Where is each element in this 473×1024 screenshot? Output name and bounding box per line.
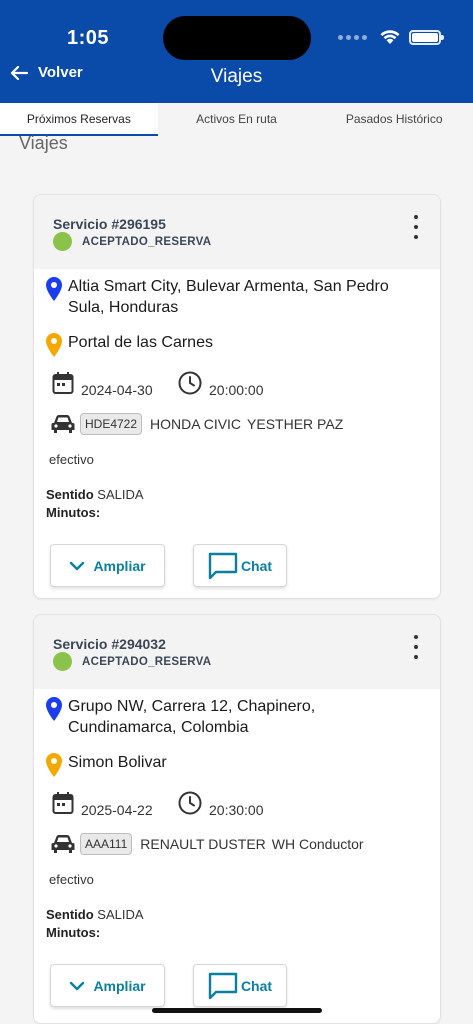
status-indicator (53, 232, 72, 251)
expand-button[interactable]: Ampliar (50, 544, 165, 587)
chat-button[interactable]: Chat (193, 544, 287, 587)
card-header: Servicio #294032 ACEPTADO_RESERVA (34, 615, 440, 689)
clock-icon (178, 371, 202, 395)
origin-row: Altia Smart City, Bulevar Armenta, San P… (46, 276, 408, 318)
origin-pin-icon (46, 277, 62, 301)
minutes-label: Minutos: (46, 505, 101, 520)
origin-row: Grupo NW, Carrera 12, Chapinero, Cundina… (46, 696, 408, 738)
origin-address: Altia Smart City, Bulevar Armenta, San P… (68, 278, 389, 316)
status-icons (338, 29, 444, 45)
car-icon (51, 835, 75, 853)
tab-bar: Próximos Reservas Activos En ruta Pasado… (0, 103, 473, 136)
vehicle-row: AAA111 RENAULT DUSTER WH Conductor (51, 833, 364, 855)
direction-row: Sentido SALIDA (46, 487, 144, 502)
vehicle-model: HONDA CIVIC (150, 416, 242, 432)
vehicle-model: RENAULT DUSTER (140, 836, 266, 852)
trip-card: Servicio #296195 ACEPTADO_RESERVA Altia … (33, 194, 441, 599)
expand-label: Ampliar (93, 557, 146, 574)
card-body: Altia Smart City, Bulevar Armenta, San P… (34, 269, 440, 598)
chat-label: Chat (240, 557, 273, 574)
direction-value: SALIDA (97, 487, 144, 502)
trip-time: 20:00:00 (209, 382, 264, 398)
destination-address: Simon Bolivar (68, 754, 167, 771)
calendar-icon (52, 372, 74, 394)
status-time: 1:05 (67, 27, 110, 49)
minutes-label: Minutos: (46, 925, 101, 940)
minutes-row: Minutos: (46, 925, 100, 940)
trip-date: 2025-04-22 (81, 802, 153, 818)
card-header: Servicio #296195 ACEPTADO_RESERVA (34, 195, 440, 269)
license-plate: AAA111 (80, 833, 133, 855)
dynamic-island (163, 16, 311, 60)
time-row: 20:30:00 (178, 788, 264, 818)
driver-name: YESTHER PAZ (247, 416, 344, 432)
payment-method: efectivo (49, 872, 94, 887)
date-row: 2025-04-22 (52, 788, 153, 818)
minutes-row: Minutos: (46, 505, 100, 520)
status-badge: ACEPTADO_RESERVA (82, 656, 212, 668)
chat-button[interactable]: Chat (193, 964, 287, 1007)
home-indicator[interactable] (152, 1008, 322, 1013)
tab-pasados[interactable]: Pasados Histórico (315, 103, 473, 136)
expand-label: Ampliar (93, 977, 146, 994)
section-title: Viajes (19, 133, 68, 153)
date-row: 2024-04-30 (52, 368, 153, 398)
time-row: 20:00:00 (178, 368, 264, 398)
battery-icon (409, 29, 444, 45)
direction-label: Sentido (46, 487, 94, 502)
destination-pin-icon (46, 753, 62, 777)
car-icon (51, 415, 75, 433)
destination-row: Simon Bolivar (46, 752, 408, 777)
chat-bubble-icon (208, 552, 238, 579)
clock-icon (178, 791, 202, 815)
direction-label: Sentido (46, 907, 94, 922)
chat-bubble-icon (208, 972, 238, 999)
status-badge: ACEPTADO_RESERVA (82, 236, 212, 248)
vehicle-row: HDE4722 HONDA CIVIC YESTHER PAZ (51, 413, 343, 435)
direction-value: SALIDA (97, 907, 144, 922)
chat-label: Chat (240, 977, 273, 994)
expand-button[interactable]: Ampliar (50, 964, 165, 1007)
service-number: Servicio #294032 (53, 636, 166, 652)
license-plate: HDE4722 (80, 413, 143, 435)
trip-time: 20:30:00 (209, 802, 264, 818)
origin-address: Grupo NW, Carrera 12, Chapinero, Cundina… (68, 698, 316, 736)
wifi-icon (380, 30, 400, 44)
service-number: Servicio #296195 (53, 216, 166, 232)
trip-date: 2024-04-30 (81, 382, 153, 398)
app-header: 1:05 Volver Viajes (0, 0, 473, 103)
destination-pin-icon (46, 333, 62, 357)
more-options-icon[interactable] (412, 215, 420, 239)
direction-row: Sentido SALIDA (46, 907, 144, 922)
destination-row: Portal de las Carnes (46, 332, 408, 357)
destination-address: Portal de las Carnes (68, 334, 213, 351)
status-indicator (53, 652, 72, 671)
trip-card: Servicio #294032 ACEPTADO_RESERVA Grupo … (33, 614, 441, 1024)
page-title: Viajes (210, 66, 263, 87)
chevron-down-icon (70, 561, 85, 570)
cellular-signal-icon (338, 34, 367, 40)
tab-proximos[interactable]: Próximos Reservas (0, 103, 158, 136)
tab-activos[interactable]: Activos En ruta (158, 103, 316, 136)
origin-pin-icon (46, 697, 62, 721)
calendar-icon (52, 792, 74, 814)
card-body: Grupo NW, Carrera 12, Chapinero, Cundina… (34, 689, 440, 1019)
more-options-icon[interactable] (412, 635, 420, 659)
driver-name: WH Conductor (271, 836, 364, 852)
chevron-down-icon (70, 981, 85, 990)
payment-method: efectivo (49, 452, 94, 467)
